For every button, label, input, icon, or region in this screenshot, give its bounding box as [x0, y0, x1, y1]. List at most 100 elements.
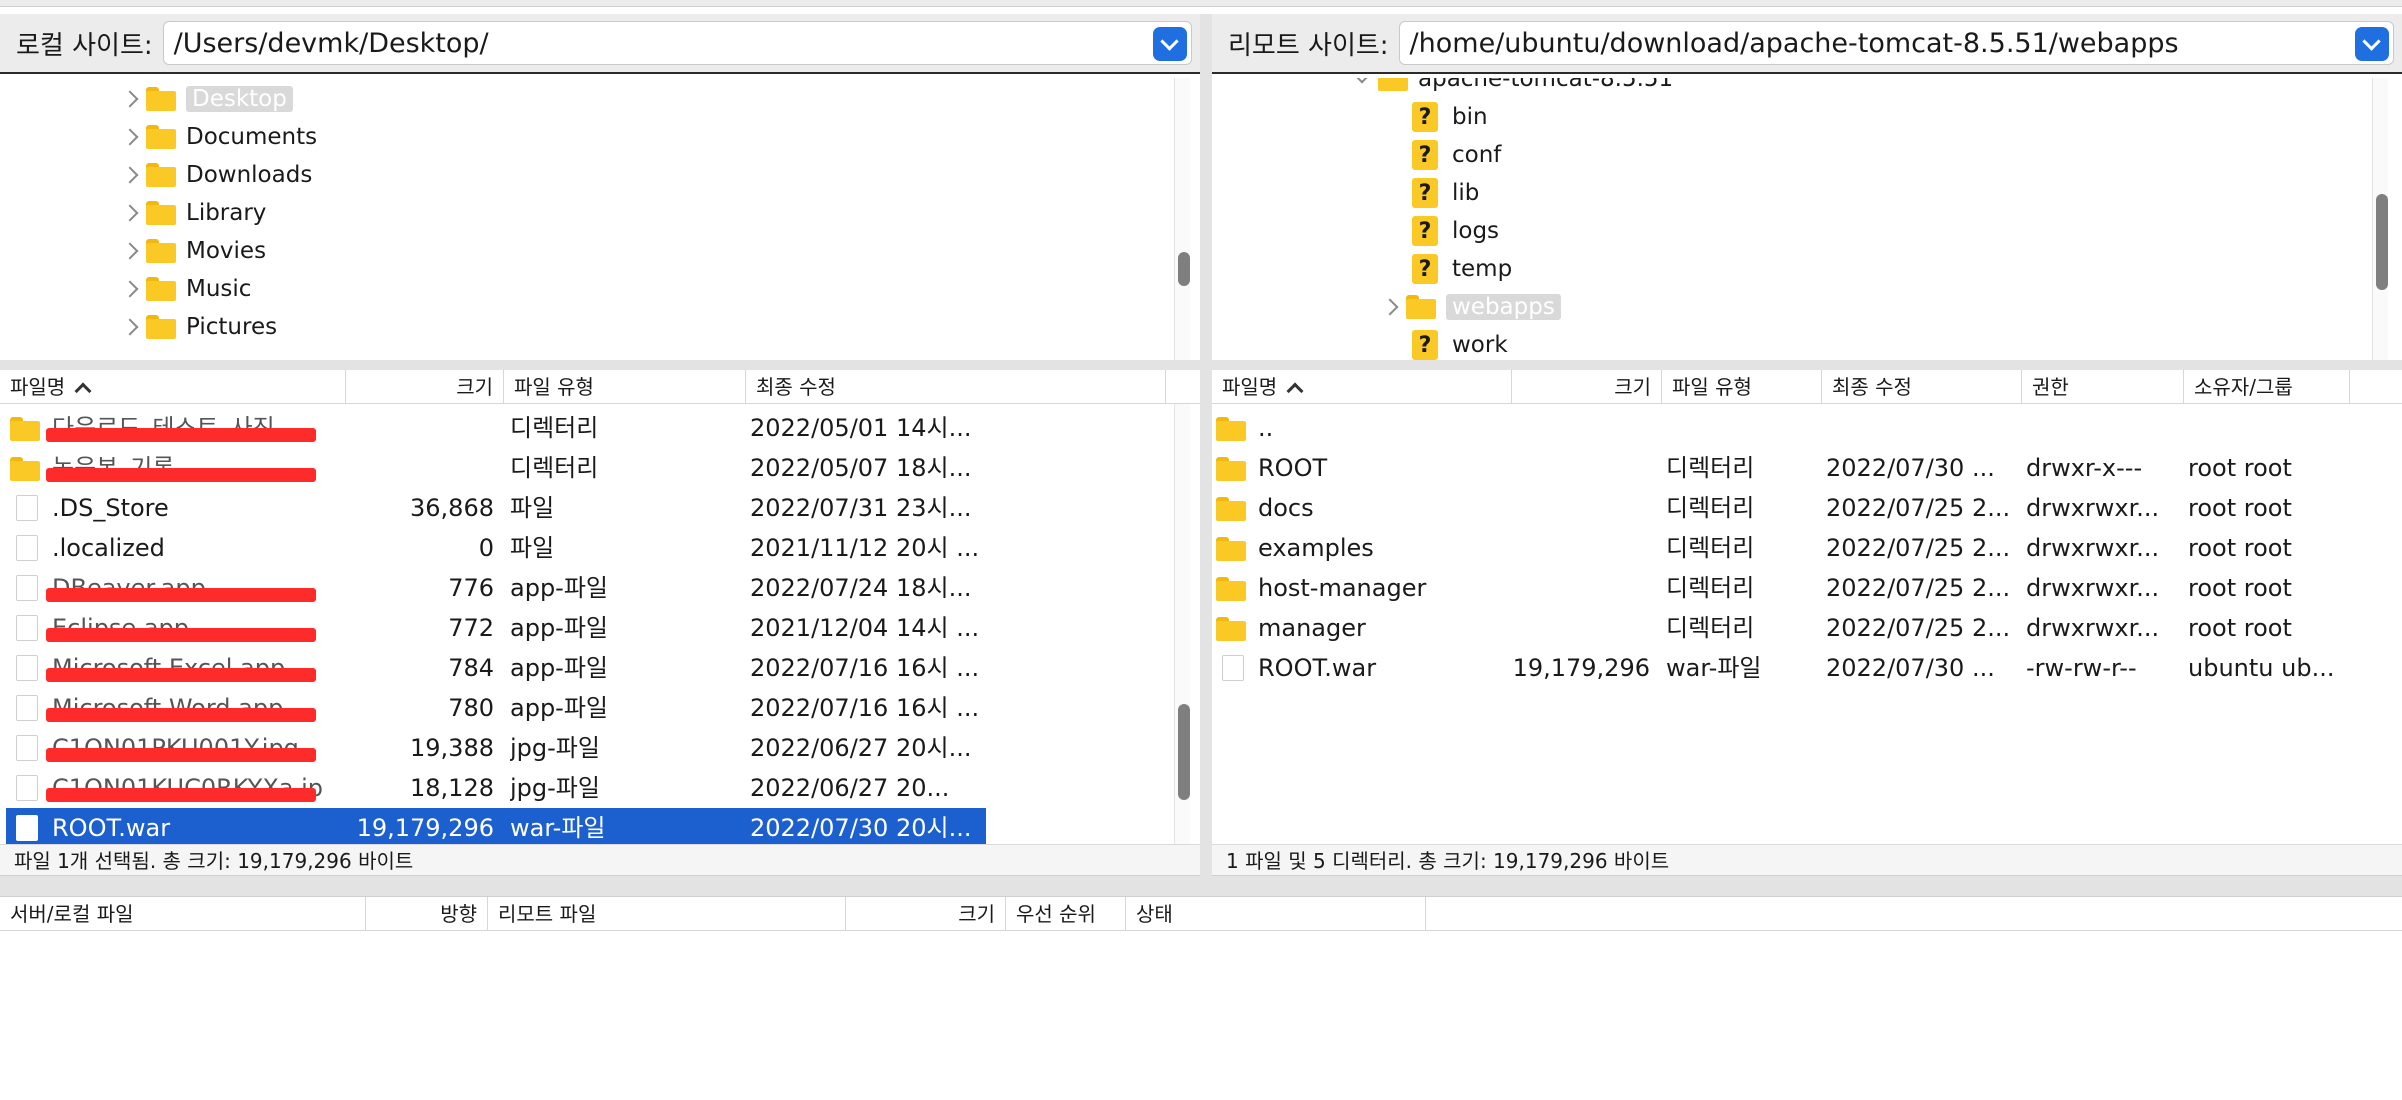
chevron-right-icon[interactable] [116, 156, 146, 194]
remote-tree-item-label: work [1452, 332, 1508, 358]
queue-col-size[interactable]: 크기 [846, 897, 1006, 931]
remote-tree-item[interactable]: ? work [1412, 326, 1508, 360]
remote-col-owner[interactable]: 소유자/그룹 [2184, 370, 2350, 404]
local-col-modified[interactable]: 최종 수정 [746, 370, 1166, 404]
remote-path-dropdown-icon[interactable] [2355, 27, 2389, 61]
queue-col-priority[interactable]: 우선 순위 [1006, 897, 1126, 931]
remote-file-owner: root root [2188, 614, 2292, 642]
chevron-right-icon[interactable] [116, 118, 146, 156]
chevron-right-icon[interactable] [116, 194, 146, 232]
local-file-row[interactable]: .DS_Store 36,868 파일 2022/07/31 23시... [6, 488, 986, 528]
remote-tree-item[interactable]: apache-tomcat-8.5.51 [1348, 78, 1673, 98]
remote-file-row[interactable]: examples 디렉터리 2022/07/25 2... drwxrwxr... ro… [1212, 528, 2362, 568]
remote-tree-scrollbar[interactable] [2372, 78, 2388, 360]
local-tree-scroll-thumb[interactable] [1178, 252, 1190, 286]
local-file-row[interactable]: Eclipse.app772app-파일2021/12/04 14시 ... [6, 608, 986, 648]
unknown-folder-icon: ? [1412, 140, 1438, 170]
redaction-mark [46, 588, 316, 602]
remote-file-type: 디렉터리 [1666, 454, 1755, 482]
folder-icon [1216, 417, 1246, 441]
remote-file-row[interactable]: ROOT.war 19,179,296 war-파일 2022/07/30 ... -r… [1212, 648, 2362, 688]
remote-col-size[interactable]: 크기 [1512, 370, 1662, 404]
local-list-scroll-thumb[interactable] [1178, 704, 1190, 800]
local-tree-item[interactable]: Downloads [116, 156, 312, 194]
local-file-modified: 2022/05/07 18시... [750, 454, 972, 482]
chevron-right-icon[interactable] [116, 308, 146, 346]
folder-icon [146, 315, 176, 339]
local-file-row[interactable]: DBeaver.app776app-파일2022/07/24 18시... [6, 568, 986, 608]
remote-col-modified[interactable]: 최종 수정 [1822, 370, 2022, 404]
chevron-right-icon[interactable] [1376, 288, 1406, 326]
local-file-row[interactable]: ROOT.war 19,179,296 war-파일 2022/07/30 20시..… [6, 808, 986, 846]
queue-col-remote-file[interactable]: 리모트 파일 [488, 897, 846, 931]
local-tree-item-label: Desktop [186, 86, 293, 112]
local-col-type[interactable]: 파일 유형 [504, 370, 746, 404]
local-tree-item[interactable]: Documents [116, 118, 317, 156]
remote-file-row[interactable]: host-manager 디렉터리 2022/07/25 2... drwxrwxr.… [1212, 568, 2362, 608]
local-file-row[interactable]: 다운로드_테스트_사진디렉터리2022/05/01 14시... [6, 408, 986, 448]
file-icon [16, 535, 38, 561]
local-tree-item[interactable]: Pictures [116, 308, 277, 346]
remote-file-modified: 2022/07/30 ... [1826, 654, 1995, 682]
remote-file-row[interactable]: docs 디렉터리 2022/07/25 2... drwxrwxr... root r… [1212, 488, 2362, 528]
file-icon [16, 695, 38, 721]
local-tree-item[interactable]: Movies [116, 232, 266, 270]
file-icon [16, 575, 38, 601]
queue-col-local-file[interactable]: 서버/로컬 파일 [0, 897, 366, 931]
queue-col-priority-label: 우선 순위 [1016, 902, 1096, 926]
chevron-right-icon[interactable] [116, 232, 146, 270]
file-icon [16, 615, 38, 641]
remote-tree-item[interactable]: webapps [1376, 288, 1561, 326]
remote-col-perm[interactable]: 권한 [2022, 370, 2184, 404]
remote-tree-scroll-thumb[interactable] [2376, 194, 2388, 290]
local-file-row[interactable]: .localized 0 파일 2021/11/12 20시 ... [6, 528, 986, 568]
remote-file-name: ROOT [1258, 454, 1328, 482]
queue-col-direction[interactable]: 방향 [366, 897, 488, 931]
local-list-header: 파일명 크기 파일 유형 최종 수정 [0, 370, 1200, 404]
remote-col-name[interactable]: 파일명 [1212, 370, 1512, 404]
local-col-name[interactable]: 파일명 [0, 370, 346, 404]
local-tree-item[interactable]: Library [116, 194, 266, 232]
remote-file-size [1508, 408, 1650, 448]
remote-tree-item[interactable]: ? logs [1412, 212, 1499, 250]
local-col-size[interactable]: 크기 [346, 370, 504, 404]
local-path-dropdown-icon[interactable] [1153, 27, 1187, 61]
queue-col-status[interactable]: 상태 [1126, 897, 1426, 931]
remote-file-type [1666, 408, 1816, 448]
redaction-mark [46, 628, 316, 642]
local-file-name: ROOT.war [52, 814, 171, 842]
remote-path-combo[interactable]: /home/ubuntu/download/apache-tomcat-8.5.… [1398, 21, 2394, 65]
chevron-right-icon[interactable] [116, 270, 146, 308]
remote-tree-item[interactable]: ? conf [1412, 136, 1501, 174]
local-path-combo[interactable]: /Users/devmk/Desktop/ [162, 21, 1192, 65]
local-col-modified-label: 최종 수정 [756, 375, 836, 399]
chevron-down-icon[interactable] [1348, 78, 1378, 98]
local-file-row[interactable]: 녹음본_기록디렉터리2022/05/07 18시... [6, 448, 986, 488]
local-file-type: jpg-파일 [510, 774, 600, 802]
local-tree-item[interactable]: Music [116, 270, 251, 308]
local-file-row[interactable]: C1ON01KUC0RKYXa.jpg18,128jpg-파일2022/06/2… [6, 768, 986, 808]
remote-tree-item[interactable]: ? lib [1412, 174, 1479, 212]
horizontal-divider-bottom[interactable] [0, 876, 2402, 896]
remote-file-perm: drwxrwxr... [2026, 494, 2160, 522]
remote-file-row[interactable]: ROOT 디렉터리 2022/07/30 ... drwxr-x--- root roo… [1212, 448, 2362, 488]
local-path-value: /Users/devmk/Desktop/ [173, 27, 489, 59]
local-file-row[interactable]: Microsoft Word.app780app-파일2022/07/16 16… [6, 688, 986, 728]
remote-tree-item[interactable]: ? temp [1412, 250, 1512, 288]
remote-tree-item[interactable]: ? bin [1412, 98, 1488, 136]
local-tree-item[interactable]: Desktop [116, 80, 293, 118]
remote-file-modified: 2022/07/25 2... [1826, 534, 2011, 562]
local-list-scrollbar[interactable] [1174, 404, 1190, 846]
local-tree-scrollbar[interactable] [1174, 78, 1190, 360]
remote-file-name: examples [1258, 534, 1374, 562]
remote-col-modified-label: 최종 수정 [1832, 375, 1912, 399]
remote-col-type[interactable]: 파일 유형 [1662, 370, 1822, 404]
vertical-divider[interactable] [1200, 14, 1212, 886]
remote-file-row[interactable]: .. [1212, 408, 2362, 448]
chevron-right-icon[interactable] [116, 80, 146, 118]
local-file-row[interactable]: Microsoft Excel.app784app-파일2022/07/16 1… [6, 648, 986, 688]
local-file-modified: 2022/07/16 16시 ... [750, 694, 980, 722]
local-file-row[interactable]: C1ON01PKU001Y.jpg19,388jpg-파일2022/06/27 … [6, 728, 986, 768]
remote-file-row[interactable]: manager 디렉터리 2022/07/25 2... drwxrwxr... roo… [1212, 608, 2362, 648]
local-file-modified: 2022/05/01 14시... [750, 414, 972, 442]
